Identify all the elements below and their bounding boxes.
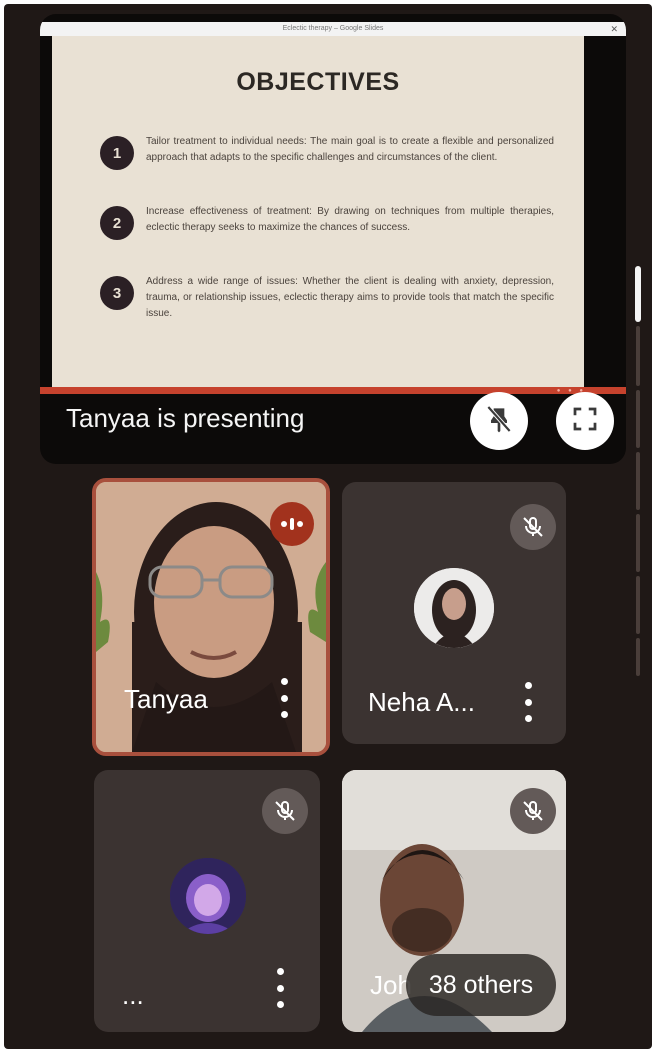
others-button[interactable]: 38 others [406, 954, 556, 1016]
participant-tile[interactable]: ... [94, 770, 320, 1032]
mic-off-icon [510, 504, 556, 550]
participant-name: ... [122, 980, 144, 1010]
objective-number: 2 [100, 206, 134, 240]
mic-off-icon [510, 788, 556, 834]
slide-progress-bar: ● ● ● [40, 387, 626, 394]
audio-level-icon [270, 502, 314, 546]
more-options-icon[interactable] [278, 678, 290, 718]
mic-off-icon [262, 788, 308, 834]
objective-text: Tailor treatment to individual needs: Th… [146, 136, 554, 163]
participant-tile[interactable]: Tanyaa [92, 478, 330, 756]
fullscreen-icon [570, 404, 600, 439]
objective-text: Address a wide range of issues: Whether … [146, 276, 554, 319]
close-icon: ✕ [610, 24, 618, 34]
objective-number: 1 [100, 136, 134, 170]
scrollbar-thumb[interactable] [635, 266, 641, 322]
presenting-label: Tanyaa is presenting [66, 403, 305, 433]
slide-window-titlebar: Eclectic therapy – Google Slides ✕ [40, 22, 626, 36]
avatar [170, 858, 246, 934]
meeting-window: Eclectic therapy – Google Slides ✕ OBJEC… [4, 4, 652, 1049]
objective-text: Increase effectiveness of treatment: By … [146, 206, 554, 233]
more-options-icon[interactable] [522, 682, 534, 722]
unpin-icon [483, 403, 515, 440]
participant-tile[interactable]: Neha A... [342, 482, 566, 744]
slide-title: OBJECTIVES [236, 68, 400, 96]
fullscreen-button[interactable] [556, 392, 614, 450]
participant-name: Neha A... [368, 687, 475, 717]
participant-name: Tanyaa [124, 684, 208, 714]
slide-window-title: Eclectic therapy – Google Slides [282, 25, 384, 32]
unpin-button[interactable] [470, 392, 528, 450]
avatar [414, 568, 494, 648]
scrollbar[interactable] [635, 266, 642, 676]
presentation-card[interactable]: Eclectic therapy – Google Slides ✕ OBJEC… [40, 14, 626, 464]
objective-number: 3 [100, 276, 134, 310]
slide: OBJECTIVES 1 Tailor treatment to individ… [52, 36, 584, 388]
more-options-icon[interactable] [274, 968, 286, 1008]
